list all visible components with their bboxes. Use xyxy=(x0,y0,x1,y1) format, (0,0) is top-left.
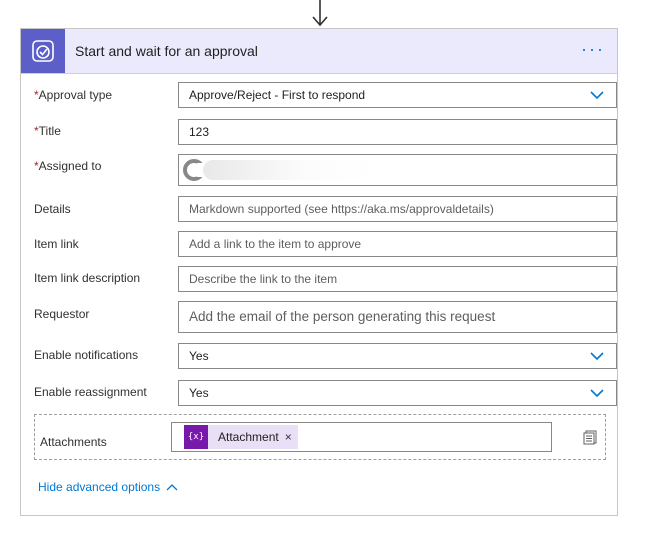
card-title: Start and wait for an approval xyxy=(75,43,258,59)
chevron-up-icon xyxy=(166,484,178,491)
enable-notifications-dropdown[interactable]: Yes xyxy=(178,343,617,369)
enable-reassignment-value: Yes xyxy=(189,386,209,400)
redacted-user xyxy=(203,160,375,180)
attachments-label: Attachments xyxy=(40,435,107,449)
chevron-down-icon xyxy=(590,352,604,361)
chevron-down-icon xyxy=(590,91,604,100)
avatar xyxy=(183,159,205,181)
remove-token-button[interactable]: × xyxy=(285,430,298,444)
requestor-label: Requestor xyxy=(34,307,90,321)
assigned-to-label: Assigned to xyxy=(38,159,102,173)
approval-icon xyxy=(21,29,65,73)
card-header[interactable]: Start and wait for an approval ··· xyxy=(21,29,617,74)
expression-icon: {x} xyxy=(184,425,208,449)
item-link-description-input[interactable]: Describe the link to the item xyxy=(178,266,617,292)
details-label: Details xyxy=(34,202,71,216)
item-link-label: Item link xyxy=(34,237,79,251)
chevron-down-icon xyxy=(590,389,604,398)
hide-advanced-options-link[interactable]: Hide advanced options xyxy=(38,480,178,494)
more-options-button[interactable]: ··· xyxy=(581,29,605,73)
approval-type-value: Approve/Reject - First to respond xyxy=(189,88,366,102)
attachment-token-label: Attachment xyxy=(218,430,279,444)
down-arrow-icon xyxy=(312,0,328,27)
approval-type-dropdown[interactable]: Approve/Reject - First to respond xyxy=(178,82,617,108)
assigned-to-input[interactable] xyxy=(178,154,617,186)
attachment-token[interactable]: {x} Attachment × xyxy=(184,425,298,449)
attachments-row: Attachments {x} Attachment × xyxy=(34,414,606,460)
requestor-input[interactable]: Add the email of the person generating t… xyxy=(178,301,617,333)
details-input[interactable]: Markdown supported (see https://aka.ms/a… xyxy=(178,196,617,222)
title-input[interactable]: 123 xyxy=(178,119,617,145)
enable-notifications-value: Yes xyxy=(189,349,209,363)
attachments-input[interactable]: {x} Attachment × xyxy=(171,422,552,452)
hide-advanced-options-label: Hide advanced options xyxy=(38,480,161,494)
item-link-description-label: Item link description xyxy=(34,271,141,285)
switch-to-array-icon[interactable] xyxy=(583,429,599,445)
title-value: 123 xyxy=(189,125,210,139)
approval-action-card: Start and wait for an approval ··· *Appr… xyxy=(20,28,618,516)
enable-notifications-label: Enable notifications xyxy=(34,348,139,362)
approval-type-label: Approval type xyxy=(38,88,113,102)
title-label: Title xyxy=(38,124,61,138)
enable-reassignment-dropdown[interactable]: Yes xyxy=(178,380,617,406)
item-link-input[interactable]: Add a link to the item to approve xyxy=(178,231,617,257)
enable-reassignment-label: Enable reassignment xyxy=(34,385,147,399)
